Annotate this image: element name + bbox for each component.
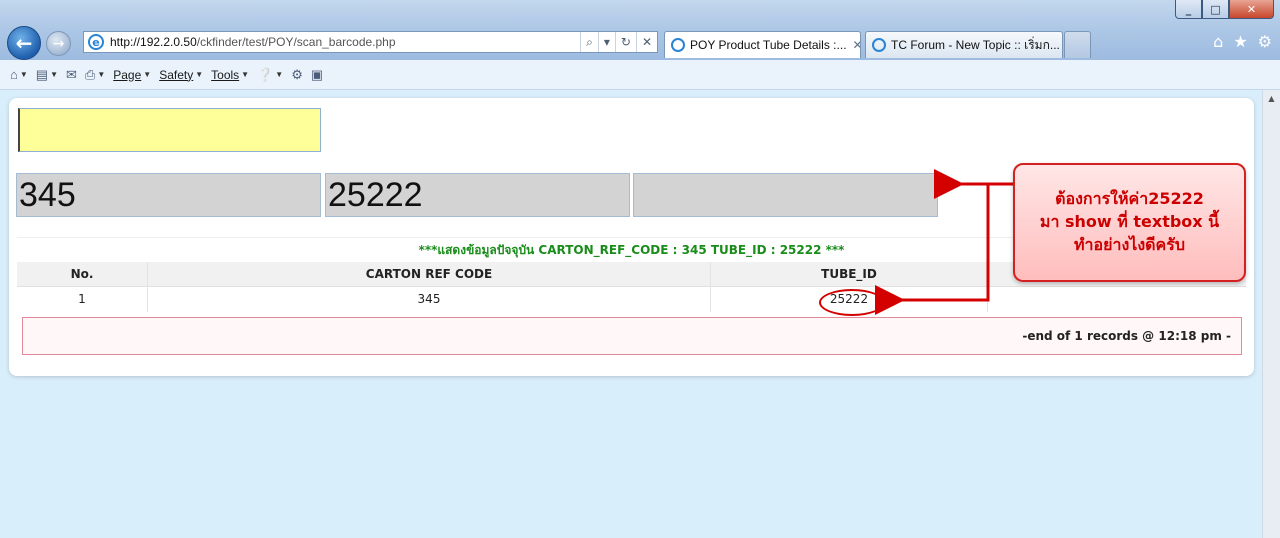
header-tube-id: TUBE_ID <box>711 262 988 287</box>
addon-button-2[interactable]: ▣ <box>311 67 323 83</box>
printer-icon: ⎙ <box>84 66 96 82</box>
help-menu[interactable]: ❔ ▼ <box>257 67 283 83</box>
barcode-scan-input[interactable] <box>18 108 321 152</box>
home-menu[interactable]: ⌂ ▼ <box>10 67 28 82</box>
callout-line-1: ต้องการให้ค่า25222 <box>1055 189 1204 208</box>
feeds-menu[interactable]: ▤ ▼ <box>36 67 58 83</box>
safety-menu[interactable]: Safety ▼ <box>159 68 203 82</box>
safety-menu-label: Safety <box>159 67 194 82</box>
tab-title: POY Product Tube Details :... <box>690 38 847 52</box>
mail-menu[interactable]: ✉ <box>66 67 77 83</box>
page-menu[interactable]: Page ▼ <box>113 68 151 82</box>
table-row: 1 345 25222 <box>17 287 1246 312</box>
maximize-button[interactable]: □ <box>1202 0 1229 19</box>
callout-line-2: มา show ที่ textbox นี้ <box>1039 212 1220 231</box>
target-textbox[interactable] <box>633 173 938 217</box>
address-url[interactable]: http://192.2.0.50/ckfinder/test/POY/scan… <box>110 35 580 49</box>
research-icon: ▣ <box>310 66 324 82</box>
scroll-up-icon[interactable]: ▲ <box>1263 90 1280 103</box>
carton-ref-textbox[interactable]: 345 <box>16 173 321 217</box>
search-icon[interactable]: ⌕ <box>580 32 598 52</box>
vertical-scrollbar[interactable]: ▲ <box>1262 90 1280 538</box>
ie-tab-icon <box>872 38 886 52</box>
highlight-ring <box>819 289 885 316</box>
stop-icon[interactable]: ✕ <box>635 32 657 52</box>
tab-poy-product[interactable]: POY Product Tube Details :... ✕ <box>664 31 861 58</box>
header-carton-ref-code: CARTON REF CODE <box>148 262 711 287</box>
ie-page-icon: e <box>88 34 104 50</box>
header-no: No. <box>17 262 148 287</box>
addon-icon: ⚙ <box>291 66 303 82</box>
page-menu-label: Page <box>113 67 142 82</box>
new-tab-button[interactable] <box>1064 31 1091 58</box>
command-bar: ⌂ ▼ ▤ ▼ ✉ ⎙ ▼ Page ▼ Safety ▼ Tools ▼ ❔ ▼ ⚙ ▣ <box>0 60 1280 90</box>
gear-icon[interactable]: ⚙ <box>1258 32 1272 51</box>
tab-tc-forum[interactable]: TC Forum - New Topic :: เริ่มก... <box>865 31 1063 58</box>
address-dropdown-icon[interactable]: ▾ <box>597 32 615 52</box>
forward-arrow-icon: → <box>52 35 65 52</box>
favorites-star-icon[interactable]: ★ <box>1233 32 1247 51</box>
window-controls: _ □ ✕ <box>1175 0 1274 19</box>
rss-feed-icon: ▤ <box>35 66 49 82</box>
print-menu[interactable]: ⎙ ▼ <box>85 67 105 83</box>
callout-line-3: ทำอย่างไงดีครับ <box>1073 235 1185 254</box>
home-icon[interactable]: ⌂ <box>1213 32 1223 51</box>
cell-no: 1 <box>17 287 148 312</box>
address-bar[interactable]: e http://192.2.0.50/ckfinder/test/POY/sc… <box>83 31 658 53</box>
forward-button[interactable]: → <box>46 31 71 56</box>
addon-button-1[interactable]: ⚙ <box>291 67 303 83</box>
ie-tab-icon <box>671 38 685 52</box>
close-window-button[interactable]: ✕ <box>1229 0 1274 19</box>
refresh-icon[interactable]: ↻ <box>614 32 636 52</box>
tools-menu-label: Tools <box>211 67 240 82</box>
back-arrow-icon: ← <box>15 31 33 55</box>
url-host: http://192.2.0.50 <box>110 35 197 49</box>
tube-id-textbox[interactable]: 25222 <box>325 173 630 217</box>
cell-carton-ref-code: 345 <box>148 287 711 312</box>
browser-right-icons: ⌂ ★ ⚙ <box>1213 32 1272 51</box>
mail-icon: ✉ <box>66 66 77 82</box>
tools-menu[interactable]: Tools ▼ <box>211 68 249 82</box>
close-tab-icon[interactable]: ✕ <box>853 38 860 52</box>
url-path: /ckfinder/test/POY/scan_barcode.php <box>196 35 396 49</box>
back-button[interactable]: ← <box>7 26 41 60</box>
records-footer: -end of 1 records @ 12:18 pm - <box>22 317 1242 355</box>
annotation-callout: ต้องการให้ค่า25222 มา show ที่ textbox น… <box>1013 163 1246 282</box>
tab-title: TC Forum - New Topic :: เริ่มก... <box>891 37 1060 52</box>
minimize-button[interactable]: _ <box>1175 0 1202 19</box>
help-icon: ❔ <box>257 66 274 82</box>
home-icon: ⌂ <box>10 67 18 82</box>
